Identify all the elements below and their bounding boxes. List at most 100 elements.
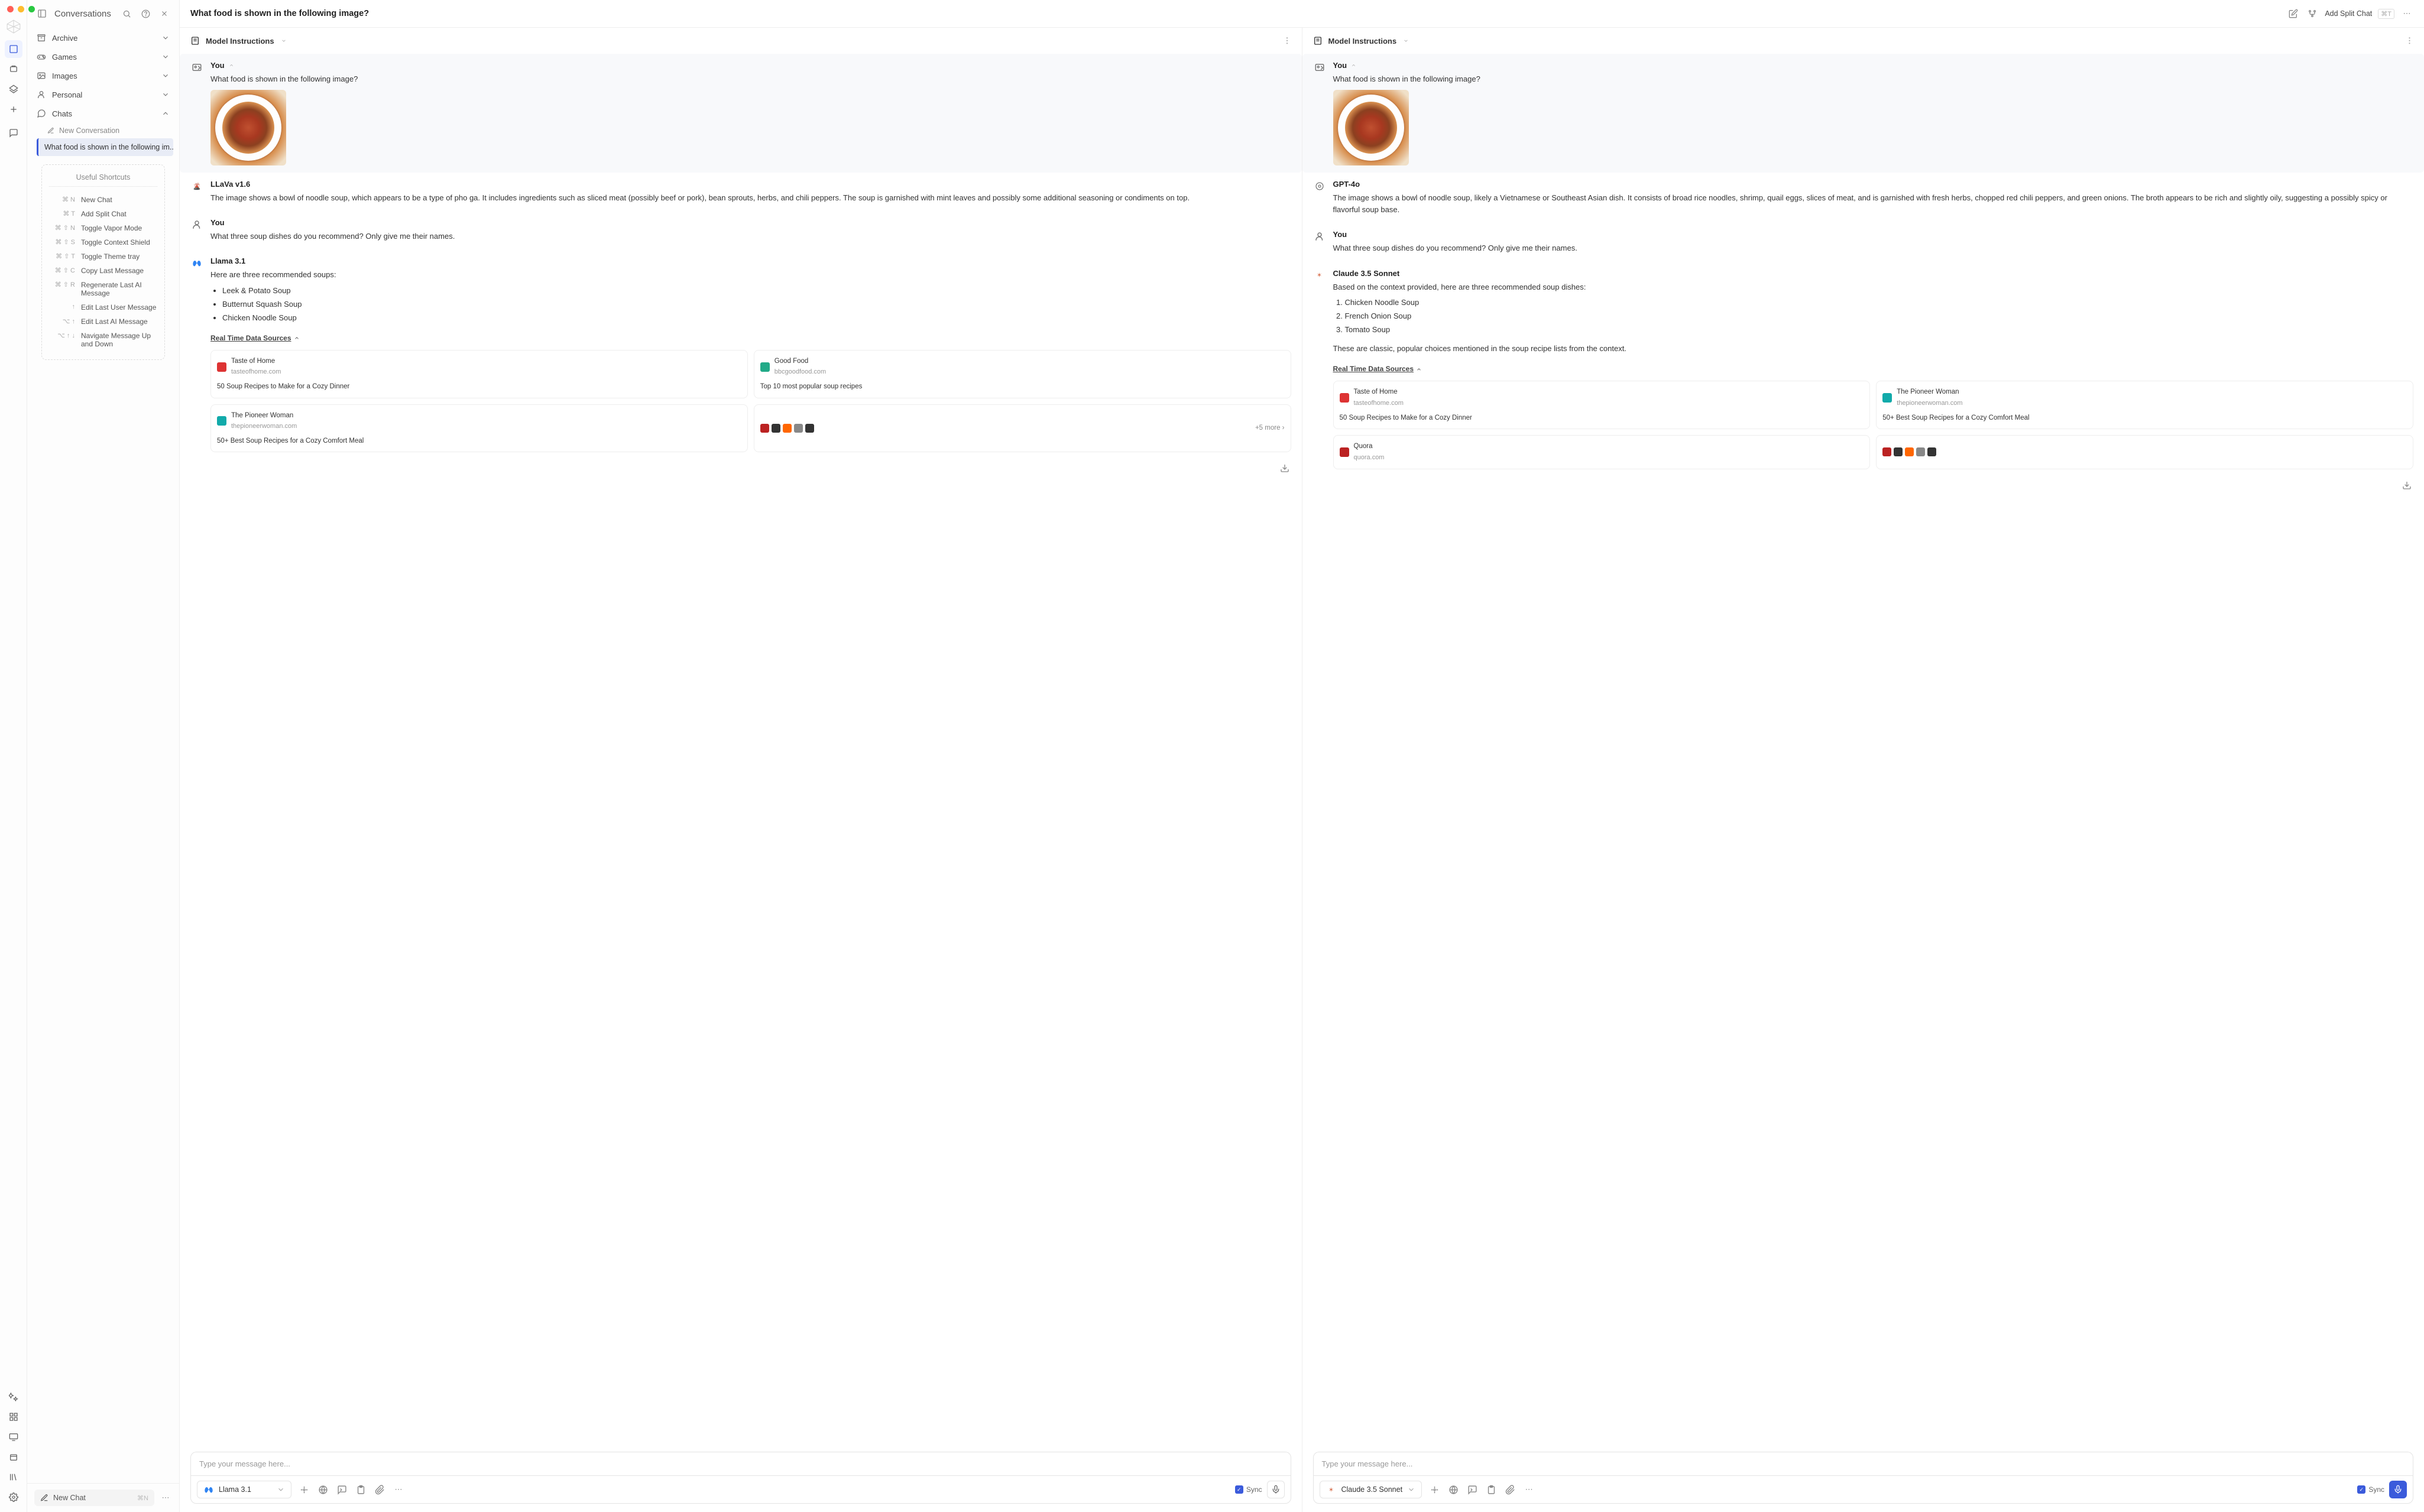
check-icon: ✓ bbox=[2357, 1485, 2365, 1494]
more-icon[interactable]: ⋯ bbox=[1521, 1482, 1537, 1497]
rail-library-icon[interactable] bbox=[5, 1468, 22, 1486]
globe-icon[interactable] bbox=[315, 1482, 330, 1497]
model-instructions-header[interactable]: Model Instructions⋮ bbox=[1302, 28, 2424, 54]
folder-chats[interactable]: Chats bbox=[33, 104, 173, 123]
rail-add-workspace[interactable] bbox=[5, 100, 22, 118]
model-selector[interactable]: ✶Claude 3.5 Sonnet bbox=[1320, 1481, 1422, 1498]
sidebar: Conversations ArchiveGamesImagesPersonal… bbox=[27, 0, 180, 1512]
search-icon[interactable] bbox=[120, 7, 133, 20]
minimize-window[interactable] bbox=[18, 6, 24, 12]
prompt-icon[interactable] bbox=[1464, 1482, 1480, 1497]
message-list: You What food is shown in the following … bbox=[180, 54, 1302, 1445]
list-item: Leek & Potato Soup bbox=[222, 285, 1291, 297]
mic-button[interactable] bbox=[1267, 1481, 1285, 1498]
rail-magic-icon[interactable] bbox=[5, 1388, 22, 1406]
rail-grid-icon[interactable] bbox=[5, 1408, 22, 1426]
close-sidebar-icon[interactable] bbox=[158, 7, 171, 20]
model-selector[interactable]: Llama 3.1 bbox=[197, 1481, 291, 1498]
source-card[interactable]: The Pioneer Womanthepioneerwoman.com50+ … bbox=[1876, 381, 2413, 429]
maximize-window[interactable] bbox=[28, 6, 35, 12]
message-author: You bbox=[1333, 61, 2414, 70]
user-avatar-icon bbox=[190, 61, 203, 74]
shortcut-row: ⌘ NNew Chat bbox=[49, 193, 157, 207]
more-icon[interactable]: ⋯ bbox=[391, 1482, 406, 1497]
check-icon: ✓ bbox=[1235, 1485, 1243, 1494]
sync-checkbox[interactable]: ✓Sync bbox=[1235, 1485, 1262, 1494]
prompt-icon[interactable] bbox=[334, 1482, 349, 1497]
shortcut-row: ⌘ ⇧ CCopy Last Message bbox=[49, 264, 157, 278]
sources-toggle[interactable]: Real Time Data Sources bbox=[210, 333, 300, 344]
message-ai: Llama 3.1 Here are three recommended soup… bbox=[190, 249, 1291, 459]
message-input[interactable]: Type your message here... bbox=[1313, 1452, 2414, 1475]
globe-icon[interactable] bbox=[1446, 1482, 1461, 1497]
user-avatar-icon bbox=[1313, 61, 1326, 74]
folder-archive[interactable]: Archive bbox=[33, 28, 173, 47]
new-chat-button[interactable]: New Chat ⌘N bbox=[34, 1490, 154, 1506]
user-avatar-icon bbox=[1313, 230, 1326, 243]
user-avatar-icon bbox=[190, 218, 203, 231]
add-split-kbd: ⌘T bbox=[2378, 9, 2394, 19]
shortcut-row: ↑Edit Last User Message bbox=[49, 300, 157, 314]
edit-icon[interactable] bbox=[2287, 7, 2300, 20]
conversation-item-active[interactable]: What food is shown in the following im..… bbox=[37, 138, 173, 156]
source-card[interactable]: Taste of Hometasteofhome.com50 Soup Reci… bbox=[1333, 381, 1871, 429]
rail-workspace-1[interactable] bbox=[5, 40, 22, 58]
branch-icon[interactable] bbox=[2306, 7, 2319, 20]
rail-workspace-3[interactable] bbox=[5, 80, 22, 98]
more-sources-link[interactable]: +5 more › bbox=[1255, 423, 1285, 434]
rail-workspace-2[interactable] bbox=[5, 60, 22, 78]
header-more-icon[interactable]: ⋯ bbox=[2400, 7, 2413, 20]
list-item: Butternut Squash Soup bbox=[222, 298, 1291, 310]
folder-games[interactable]: Games bbox=[33, 47, 173, 66]
rail-monitor-icon[interactable] bbox=[5, 1428, 22, 1446]
rail-chat-icon[interactable] bbox=[5, 124, 22, 142]
model-avatar-icon bbox=[1313, 180, 1326, 193]
add-split-chat-button[interactable]: Add Split Chat bbox=[2325, 9, 2372, 18]
message-you: YouWhat three soup dishes do you recomme… bbox=[190, 211, 1291, 249]
message-author: You bbox=[210, 218, 1291, 227]
settings-icon[interactable] bbox=[296, 1482, 312, 1497]
download-icon[interactable] bbox=[1278, 462, 1291, 475]
shortcut-row: ⌘ ⇧ NToggle Vapor Mode bbox=[49, 221, 157, 235]
sources-toggle[interactable]: Real Time Data Sources bbox=[1333, 364, 1422, 375]
attached-image[interactable] bbox=[1333, 90, 1409, 166]
message-text: Here are three recommended soups:Leek & … bbox=[210, 269, 1291, 452]
settings-icon[interactable] bbox=[1427, 1482, 1442, 1497]
clipboard-icon[interactable] bbox=[1483, 1482, 1499, 1497]
mic-button[interactable] bbox=[2389, 1481, 2407, 1498]
message-text: The image shows a bowl of noodle soup, l… bbox=[1333, 192, 2414, 216]
source-icon bbox=[1882, 393, 1892, 403]
pane-more-icon[interactable]: ⋮ bbox=[1284, 36, 1291, 46]
window-controls bbox=[0, 0, 42, 18]
source-card[interactable]: Quoraquora.com bbox=[1333, 435, 1871, 469]
sync-checkbox[interactable]: ✓Sync bbox=[2357, 1485, 2384, 1494]
rail-box-icon[interactable] bbox=[5, 1448, 22, 1466]
new-conversation-link[interactable]: New Conversation bbox=[33, 123, 173, 138]
message-text: What food is shown in the following imag… bbox=[210, 73, 1291, 166]
clipboard-icon[interactable] bbox=[353, 1482, 368, 1497]
model-avatar-icon: ✶ bbox=[1313, 269, 1326, 282]
source-card[interactable]: Taste of Hometasteofhome.com50 Soup Reci… bbox=[210, 350, 748, 398]
close-window[interactable] bbox=[7, 6, 14, 12]
download-icon[interactable] bbox=[2400, 479, 2413, 492]
message-text: What food is shown in the following imag… bbox=[1333, 73, 2414, 166]
folder-personal[interactable]: Personal bbox=[33, 85, 173, 104]
source-card[interactable]: Good Foodbbcgoodfood.comTop 10 most popu… bbox=[754, 350, 1291, 398]
meta-icon bbox=[192, 258, 202, 268]
main-area: What food is shown in the following imag… bbox=[180, 0, 2424, 1512]
nav-rail bbox=[0, 0, 27, 1512]
attach-icon[interactable] bbox=[1502, 1482, 1518, 1497]
more-icon[interactable]: ⋯ bbox=[159, 1491, 172, 1504]
help-icon[interactable] bbox=[139, 7, 152, 20]
message-author: Llama 3.1 bbox=[210, 257, 1291, 265]
attach-icon[interactable] bbox=[372, 1482, 387, 1497]
source-card[interactable]: The Pioneer Womanthepioneerwoman.com50+ … bbox=[210, 404, 748, 453]
message-input[interactable]: Type your message here... bbox=[190, 1452, 1291, 1475]
folder-images[interactable]: Images bbox=[33, 66, 173, 85]
pane-more-icon[interactable]: ⋮ bbox=[2406, 36, 2413, 46]
model-instructions-header[interactable]: Model Instructions⋮ bbox=[180, 28, 1302, 54]
source-more-card[interactable] bbox=[1876, 435, 2413, 469]
rail-settings-icon[interactable] bbox=[5, 1488, 22, 1506]
attached-image[interactable] bbox=[210, 90, 286, 166]
source-more-card[interactable]: +5 more › bbox=[754, 404, 1291, 453]
